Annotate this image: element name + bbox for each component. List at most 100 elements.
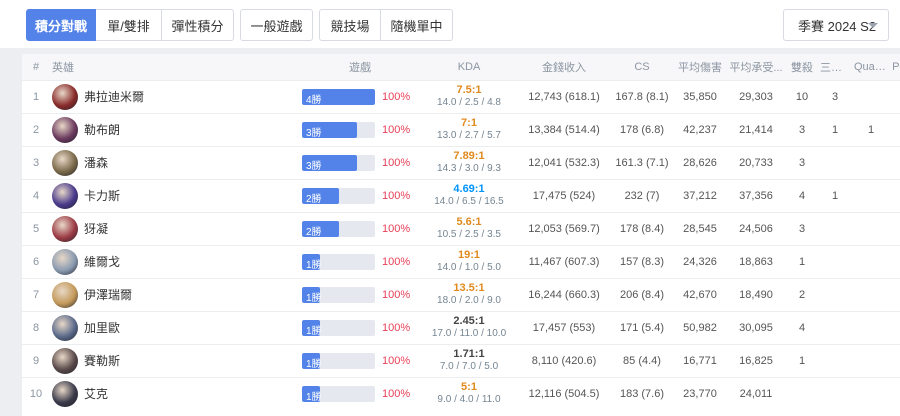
champion-cell[interactable]: 維爾戈 [50, 245, 300, 278]
champion-info: 賽勒斯 [52, 347, 298, 374]
tab-solo-duo[interactable]: 單/雙排 [96, 9, 162, 41]
double-kill-cell: 4 [798, 189, 806, 202]
cs-cell: 232 (7) [624, 189, 660, 202]
gold-cell: 17,475 (524) [532, 189, 596, 202]
damage-cell: 50,982 [683, 321, 717, 334]
header-games[interactable]: 遊戲 [300, 54, 420, 80]
win-count: 3勝 [306, 127, 322, 138]
tab-ranked-all[interactable]: 積分對戰 [26, 9, 96, 41]
triple-kill-cell [818, 311, 852, 344]
table-row[interactable]: 7 伊澤瑞爾 1勝 100% 13.5:1 18.0 / 2.0 / 9.0 1… [22, 278, 900, 311]
table-row[interactable]: 2 勒布朗 3勝 100% 7:1 13.0 / 2.7 / 5.7 13,38… [22, 113, 900, 146]
champion-cell[interactable]: 勒布朗 [50, 113, 300, 146]
taken-cell: 16,825 [739, 354, 773, 367]
header-penta-kill[interactable]: Pent... [890, 54, 900, 80]
champion-cell[interactable]: 艾克 [50, 377, 300, 410]
table-row[interactable]: 5 犽凝 2勝 100% 5.6:1 10.5 / 2.5 / 3.5 12,0… [22, 212, 900, 245]
games-cell: 1勝 100% [300, 278, 420, 311]
kda-detail: 10.5 / 2.5 / 3.5 [437, 229, 501, 240]
header-rank[interactable]: # [22, 54, 50, 80]
champion-cell[interactable]: 加里歐 [50, 311, 300, 344]
header-champion[interactable]: 英雄 [50, 54, 300, 80]
champion-cell[interactable]: 弗拉迪米爾 [50, 80, 300, 113]
header-double-kill[interactable]: 雙殺 [786, 54, 818, 80]
gold-cell: 16,244 (660.3) [528, 288, 600, 301]
kda-ratio: 5:1 [461, 381, 477, 394]
win-rate: 100% [382, 387, 411, 400]
kda-detail: 13.0 / 2.7 / 5.7 [437, 130, 501, 141]
quadra-kill-cell [852, 179, 890, 212]
header-avg-taken[interactable]: 平均承受... [726, 54, 786, 80]
kda-detail: 14.3 / 3.0 / 9.3 [437, 163, 501, 174]
champion-cell[interactable]: 潘森 [50, 146, 300, 179]
penta-kill-cell [890, 344, 900, 377]
games-summary: 1勝 100% [302, 385, 418, 402]
cs-cell: 85 (4.4) [623, 354, 661, 367]
penta-kill-cell [890, 245, 900, 278]
win-bar: 1勝 [302, 286, 375, 303]
champion-stats-panel: # 英雄 遊戲 KDA 金錢收入 CS 平均傷害 平均承受... 雙殺 三連殺 … [22, 54, 900, 416]
queue-tab-group: 積分對戰 單/雙排 彈性積分 [26, 9, 234, 41]
win-count: 2勝 [306, 226, 322, 237]
triple-kill-cell: 1 [831, 189, 839, 202]
damage-cell: 35,850 [683, 90, 717, 103]
kda-ratio: 1.71:1 [453, 348, 485, 360]
kda-detail: 14.0 / 1.0 / 5.0 [437, 262, 501, 273]
triple-kill-cell [818, 212, 852, 245]
header-triple-kill[interactable]: 三連殺 [818, 54, 852, 80]
champion-name: 維爾戈 [84, 255, 121, 269]
tab-aram[interactable]: 隨機單中 [381, 9, 453, 41]
games-cell: 1勝 100% [300, 377, 420, 410]
table-row[interactable]: 10 艾克 1勝 100% 5:1 9.0 / 4.0 / 11.0 12,11… [22, 377, 900, 410]
penta-kill-cell [890, 212, 900, 245]
champion-avatar [52, 347, 78, 374]
cs-cell: 161.3 (7.1) [615, 156, 669, 169]
champion-cell[interactable]: 伊澤瑞爾 [50, 278, 300, 311]
win-count: 1勝 [306, 292, 322, 303]
champion-cell[interactable]: 卡力斯 [50, 179, 300, 212]
table-row[interactable]: 4 卡力斯 2勝 100% 4.69:1 14.0 / 6.5 / 16.5 1… [22, 179, 900, 212]
cs-cell: 178 (6.8) [619, 123, 665, 136]
table-row[interactable]: 8 加里歐 1勝 100% 2.45:1 17.0 / 11.0 / 10.0 … [22, 311, 900, 344]
tab-flex[interactable]: 彈性積分 [162, 9, 234, 41]
kda-ratio: 4.69:1 [453, 183, 485, 195]
triple-kill-cell [818, 377, 852, 410]
table-row[interactable]: 6 維爾戈 1勝 100% 19:1 14.0 / 1.0 / 5.0 11,4… [22, 245, 900, 278]
tab-arena[interactable]: 競技場 [319, 9, 381, 41]
champion-avatar [52, 182, 78, 209]
games-summary: 3勝 100% [302, 121, 418, 138]
header-kda[interactable]: KDA [420, 54, 518, 80]
champion-cell[interactable]: 犽凝 [50, 212, 300, 245]
champion-info: 維爾戈 [52, 248, 298, 275]
season-select[interactable]: 季賽 2024 S2 [783, 9, 889, 41]
table-row[interactable]: 1 弗拉迪米爾 4勝 100% 7.5:1 14.0 / 2.5 / 4.8 1… [22, 80, 900, 113]
table-row[interactable]: 3 潘森 3勝 100% 7.89:1 14.3 / 3.0 / 9.3 12,… [22, 146, 900, 179]
header-quadra-kill[interactable]: Quadr... [852, 54, 890, 80]
champion-name: 伊澤瑞爾 [84, 288, 133, 302]
champion-avatar [52, 149, 78, 176]
champion-info: 犽凝 [52, 215, 298, 242]
header-gold[interactable]: 金錢收入 [518, 54, 610, 80]
header-avg-damage[interactable]: 平均傷害 [674, 54, 726, 80]
champion-cell[interactable]: 賽勒斯 [50, 344, 300, 377]
header-cs[interactable]: CS [610, 54, 674, 80]
damage-cell: 37,212 [683, 189, 717, 202]
kda-detail: 18.0 / 2.0 / 9.0 [437, 295, 501, 306]
champion-info: 卡力斯 [52, 182, 298, 209]
win-count: 1勝 [306, 358, 322, 369]
tab-normal[interactable]: 一般遊戲 [240, 9, 313, 41]
win-rate: 100% [382, 354, 411, 367]
damage-cell: 42,237 [683, 123, 717, 136]
games-cell: 4勝 100% [300, 80, 420, 113]
double-kill-cell: 1 [798, 354, 806, 367]
games-cell: 1勝 100% [300, 344, 420, 377]
kda-ratio: 2.45:1 [453, 315, 485, 327]
chevron-down-icon [868, 23, 878, 28]
kda-cell: 5:1 9.0 / 4.0 / 11.0 [420, 377, 518, 410]
win-rate: 100% [382, 90, 411, 103]
double-kill-cell: 2 [798, 288, 806, 301]
win-rate: 100% [382, 288, 411, 301]
taken-cell: 29,303 [739, 90, 773, 103]
champion-name: 卡力斯 [84, 189, 121, 203]
table-row[interactable]: 9 賽勒斯 1勝 100% 1.71:1 7.0 / 7.0 / 5.0 8,1… [22, 344, 900, 377]
